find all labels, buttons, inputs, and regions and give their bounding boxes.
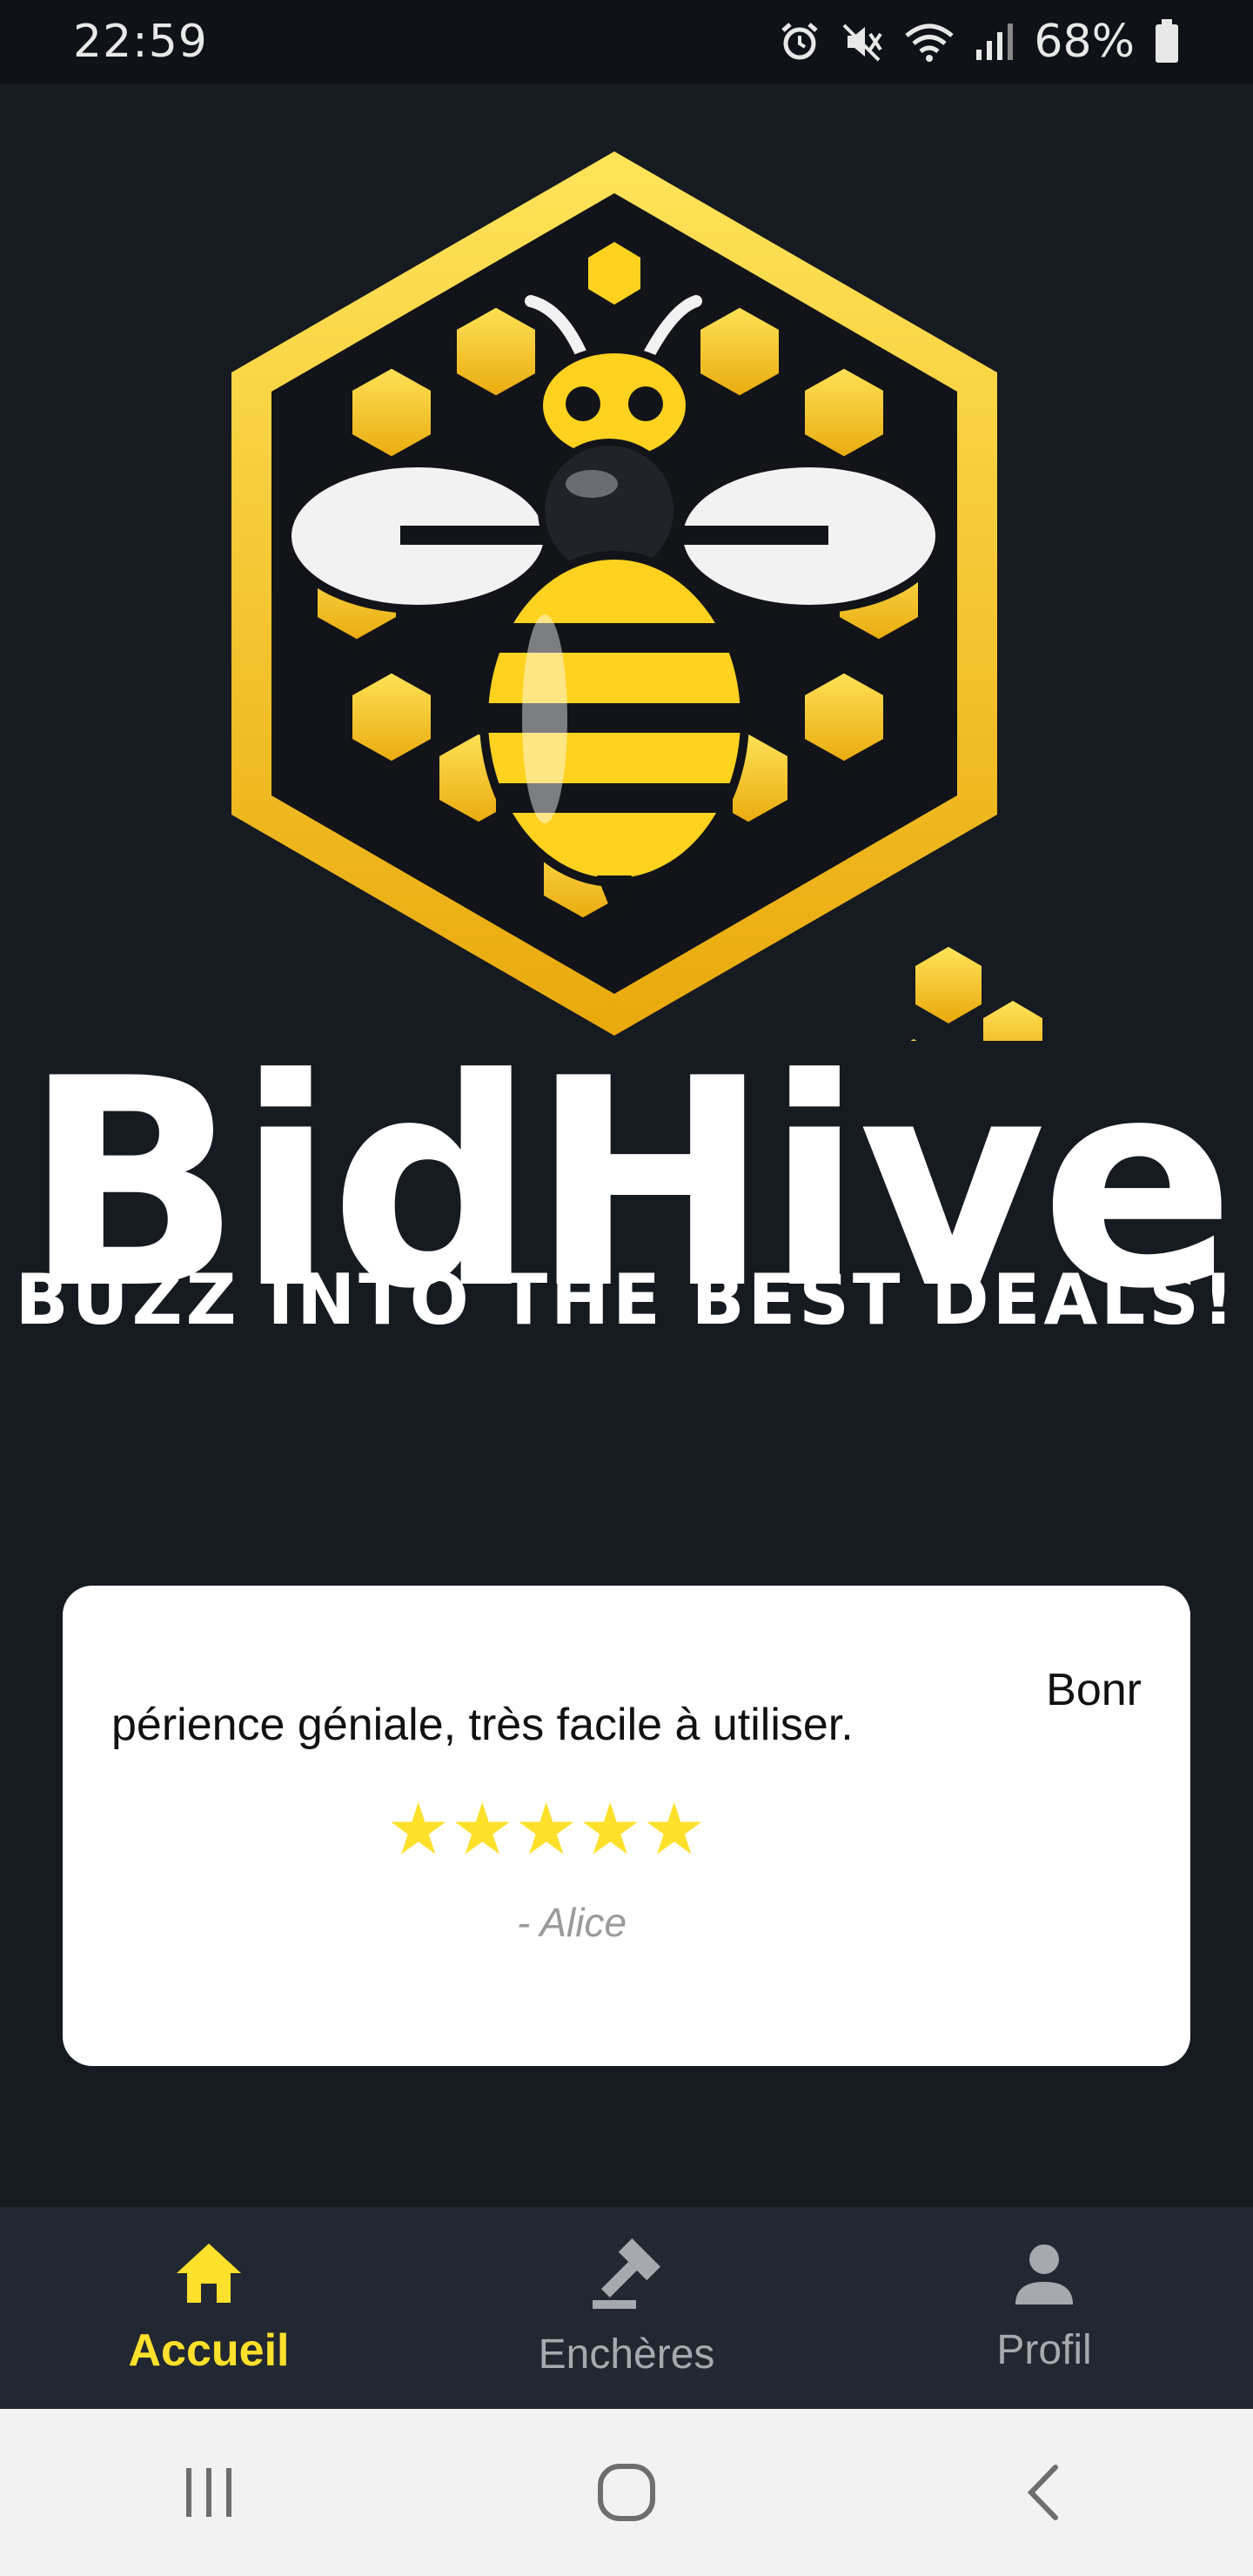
battery-percent: 68% (1034, 16, 1135, 68)
nav-label-profil: Profil (996, 2327, 1092, 2373)
nav-label-accueil: Accueil (128, 2324, 290, 2376)
back-icon[interactable] (992, 2440, 1096, 2545)
home-circle-icon[interactable] (574, 2440, 679, 2545)
gavel-icon (587, 2237, 666, 2315)
bottom-navigation: Accueil Enchères Profil (0, 2207, 1253, 2409)
logo: BidHive BUZZ INTO THE BEST DEALS! (0, 84, 1253, 1441)
bee-hive-logo (231, 151, 1042, 1041)
review-card: Bonr périence géniale, très facile à uti… (63, 1586, 1190, 2066)
battery-icon (1154, 19, 1180, 64)
brand-tagline: BUZZ INTO THE BEST DEALS! (15, 1259, 1238, 1340)
nav-label-encheres: Enchères (538, 2331, 715, 2378)
status-icons: 68% (778, 16, 1180, 68)
review-text: périence géniale, très facile à utiliser… (111, 1700, 854, 1750)
status-time: 22:59 (73, 16, 208, 68)
status-bar: 22:59 68% (0, 0, 1253, 84)
nav-item-profil[interactable]: Profil (835, 2207, 1253, 2409)
rating-stars: ★★★★★ (386, 1790, 707, 1869)
person-icon (1012, 2242, 1076, 2311)
system-navigation-bar (0, 2409, 1253, 2576)
recents-icon[interactable] (157, 2440, 261, 2545)
wifi-icon (903, 20, 955, 64)
review-author: - Alice (516, 1900, 627, 1945)
mute-icon (841, 20, 884, 64)
nav-item-accueil[interactable]: Accueil (0, 2207, 418, 2409)
review-text-overflow: Bonr (1046, 1665, 1142, 1715)
signal-icon (975, 20, 1015, 64)
alarm-icon (778, 20, 821, 64)
nav-item-encheres[interactable]: Enchères (418, 2207, 835, 2409)
home-icon (173, 2240, 245, 2309)
